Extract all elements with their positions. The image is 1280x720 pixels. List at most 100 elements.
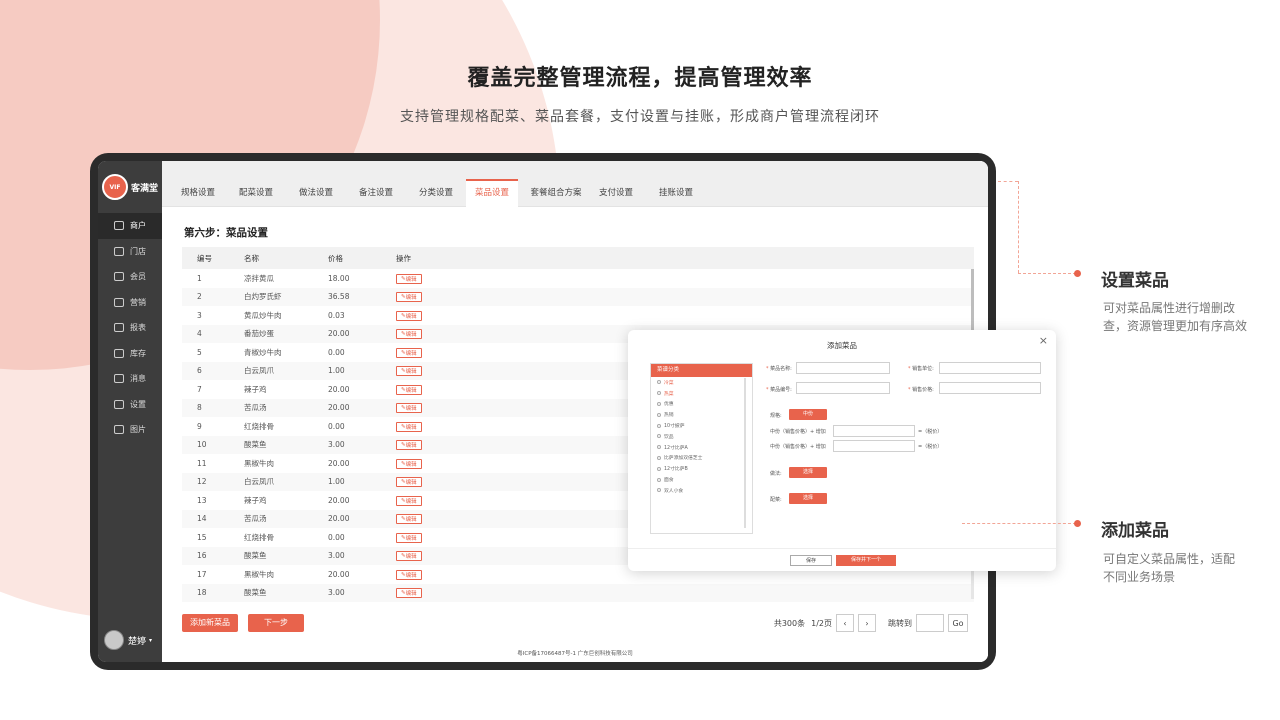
footer-copyright: 粤ICP备17066487号-1 广东巨创科技有限公司 (517, 651, 633, 657)
category-label: 热销 (664, 413, 674, 419)
cell-action: ✎ 编辑 (396, 384, 516, 395)
tab-payment[interactable]: 支付设置 (588, 179, 644, 207)
next-step-button[interactable]: 下一步 (248, 614, 304, 632)
sidebar-item-inventory[interactable]: 库存 (98, 341, 162, 367)
edit-label: 编辑 (405, 535, 417, 542)
category-item[interactable]: 比萨添加双倍芝士 (651, 453, 752, 464)
category-item[interactable]: 12寸比萨B (651, 463, 752, 474)
spec-medium-button[interactable]: 中份 (789, 409, 827, 420)
edit-button[interactable]: ✎ 编辑 (396, 292, 422, 303)
edit-button[interactable]: ✎ 编辑 (396, 588, 422, 599)
price-increase-input-2[interactable] (833, 440, 915, 452)
tab-dish[interactable]: 菜品设置 (466, 179, 518, 207)
tab-method[interactable]: 做法设置 (288, 179, 344, 207)
edit-button[interactable]: ✎ 编辑 (396, 569, 422, 580)
tab-spec[interactable]: 规格设置 (170, 179, 226, 207)
sidebar-item-merchant[interactable]: 商户 (98, 213, 162, 239)
category-item[interactable]: 10寸披萨 (651, 420, 752, 431)
go-button[interactable]: Go (948, 614, 968, 632)
edit-button[interactable]: ✎ 编辑 (396, 273, 422, 284)
price-row-2-label: 中份（销售价格）+ 增加 (770, 444, 826, 450)
save-button[interactable]: 保存 (790, 555, 832, 566)
prev-page-button[interactable]: ‹ (836, 614, 854, 632)
edit-label: 编辑 (405, 387, 417, 394)
edit-button[interactable]: ✎ 编辑 (396, 310, 422, 321)
edit-button[interactable]: ✎ 编辑 (396, 477, 422, 488)
headline: 覆盖完整管理流程，提高管理效率 (467, 66, 813, 91)
category-scrollbar[interactable] (744, 378, 746, 528)
close-icon[interactable]: × (1039, 334, 1048, 347)
sidebar-item-member[interactable]: 会员 (98, 264, 162, 290)
cell-id: 17 (197, 569, 207, 579)
category-item[interactable]: 双人小食 (651, 485, 752, 496)
edit-button[interactable]: ✎ 编辑 (396, 366, 422, 377)
category-item[interactable]: 12寸比萨A (651, 442, 752, 453)
sidebar-item-image[interactable]: 图片 (98, 417, 162, 443)
edit-label: 编辑 (405, 461, 417, 468)
edit-button[interactable]: ✎ 编辑 (396, 532, 422, 543)
subheadline: 支持管理规格配菜、菜品套餐，支付设置与挂账，形成商户管理流程闭环 (400, 109, 880, 125)
sidebar-nav: 商户 门店 会员 营销 报表 库存 消息 设置 图片 (98, 213, 162, 443)
inventory-icon (114, 348, 124, 358)
tab-note[interactable]: 备注设置 (348, 179, 404, 207)
sidebar-item-label: 商户 (130, 221, 146, 231)
cell-id: 5 (197, 347, 202, 357)
save-and-next-button[interactable]: 保存并下一个 (836, 555, 896, 566)
sidebar-item-report[interactable]: 报表 (98, 315, 162, 341)
edit-button[interactable]: ✎ 编辑 (396, 495, 422, 506)
dish-code-input[interactable] (796, 382, 890, 394)
edit-button[interactable]: ✎ 编辑 (396, 403, 422, 414)
add-dish-button[interactable]: 添加新菜品 (182, 614, 238, 632)
edit-button[interactable]: ✎ 编辑 (396, 329, 422, 340)
edit-label: 编辑 (405, 406, 417, 413)
tab-combo[interactable]: 套餐组合方案 (522, 179, 590, 207)
sidebar-item-settings[interactable]: 设置 (98, 392, 162, 418)
tab-credit[interactable]: 挂账设置 (648, 179, 704, 207)
edit-button[interactable]: ✎ 编辑 (396, 440, 422, 451)
edit-button[interactable]: ✎ 编辑 (396, 347, 422, 358)
tab-side-dish[interactable]: 配菜设置 (228, 179, 284, 207)
edit-button[interactable]: ✎ 编辑 (396, 551, 422, 562)
tab-category[interactable]: 分类设置 (408, 179, 464, 207)
method-choose-button[interactable]: 选择 (789, 467, 827, 478)
edit-label: 编辑 (405, 424, 417, 431)
price-row-1-suffix: =（税价） (918, 429, 943, 435)
logo-text: 客满堂 (131, 183, 159, 194)
sidebar-item-marketing[interactable]: 营销 (98, 290, 162, 316)
category-item[interactable]: 热菜 (651, 388, 752, 399)
jump-page-input[interactable] (916, 614, 944, 632)
sidebar-item-message[interactable]: 消息 (98, 366, 162, 392)
sales-unit-input[interactable] (939, 362, 1041, 374)
price-increase-input-1[interactable] (833, 425, 915, 437)
category-item[interactable]: 优惠 (651, 399, 752, 410)
dialog-title: 添加菜品 (827, 341, 857, 350)
user-menu[interactable]: 楚婷 ▾ (104, 630, 152, 650)
callout-2-dot (1074, 520, 1081, 527)
sidebar-item-store[interactable]: 门店 (98, 239, 162, 265)
category-item[interactable]: 面食 (651, 474, 752, 485)
category-item[interactable]: 热销 (651, 409, 752, 420)
cell-id: 10 (197, 440, 207, 450)
category-item[interactable]: 冷菜 (651, 377, 752, 388)
cell-name: 黑椒牛肉 (244, 458, 274, 468)
edit-button[interactable]: ✎ 编辑 (396, 458, 422, 469)
cell-price: 3.00 (328, 551, 345, 561)
sidebar-item-label: 门店 (130, 246, 146, 256)
category-label: 饮品 (664, 434, 674, 440)
user-name: 楚婷 (128, 636, 147, 647)
next-page-button[interactable]: › (858, 614, 876, 632)
chart-icon (114, 297, 124, 307)
category-item[interactable]: 饮品 (651, 431, 752, 442)
side-dish-choose-button[interactable]: 选择 (789, 493, 827, 504)
cell-name: 辣子鸡 (244, 384, 267, 394)
edit-button[interactable]: ✎ 编辑 (396, 514, 422, 525)
edit-label: 编辑 (405, 480, 417, 487)
edit-button[interactable]: ✎ 编辑 (396, 421, 422, 432)
cell-action: ✎ 编辑 (396, 310, 516, 321)
sales-price-label: * 销售价格: (908, 387, 934, 393)
sales-price-input[interactable] (939, 382, 1041, 394)
cell-name: 辣子鸡 (244, 495, 267, 505)
dish-name-input[interactable] (796, 362, 890, 374)
cell-price: 3.00 (328, 440, 345, 450)
edit-button[interactable]: ✎ 编辑 (396, 384, 422, 395)
